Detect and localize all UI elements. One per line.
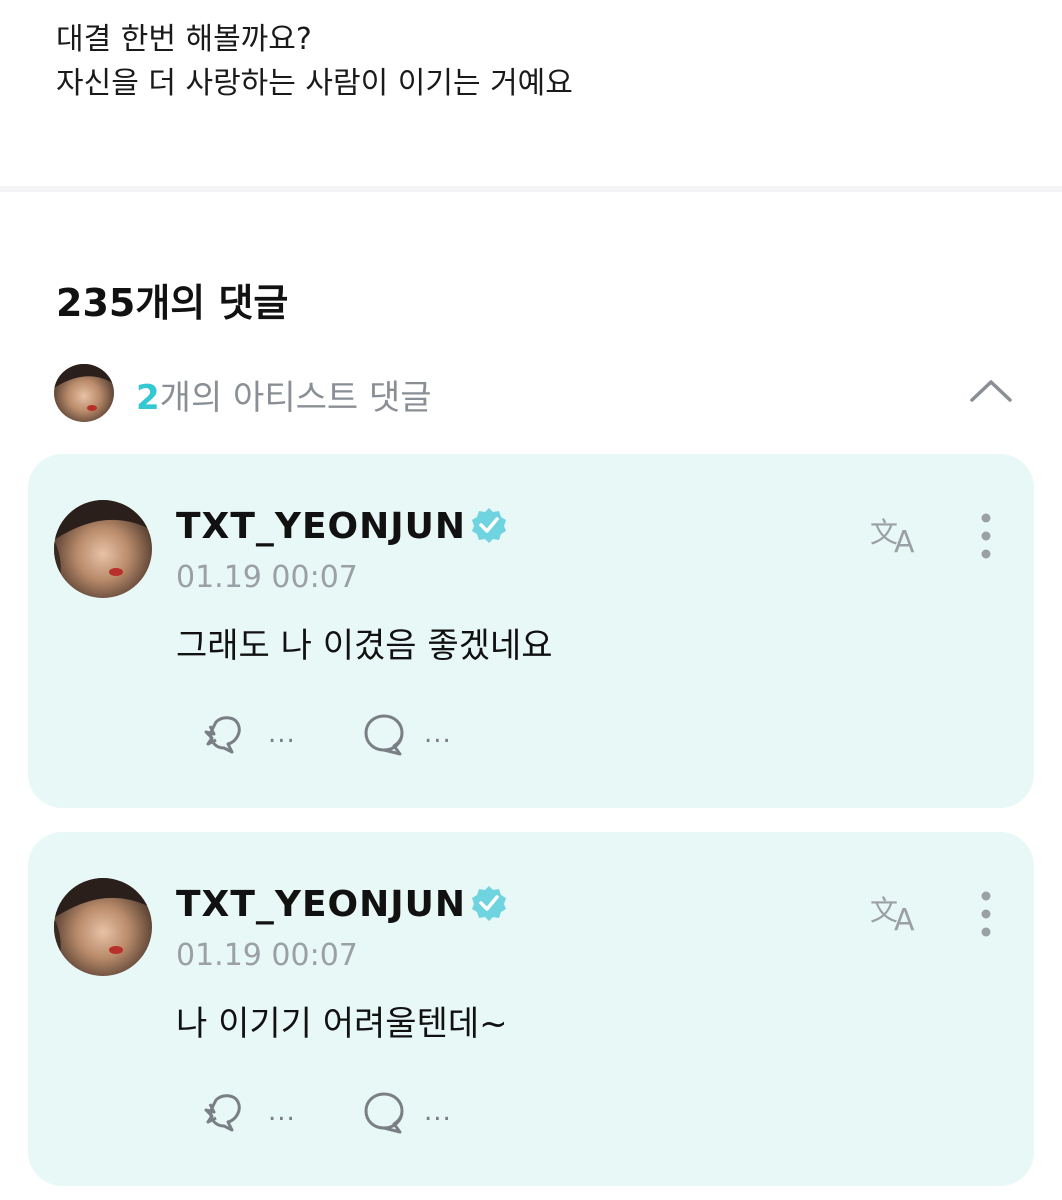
comment-author[interactable]: TXT_YEONJUN [176, 506, 466, 547]
reply-button[interactable]: ... [362, 712, 452, 756]
like-count: ... [268, 719, 296, 749]
like-icon [204, 1094, 241, 1132]
like-count: ... [268, 1097, 296, 1127]
svg-text:A: A [894, 525, 915, 556]
section-divider [0, 186, 1062, 192]
artist-comments-text: 개의 아티스트 댓글 [159, 378, 432, 418]
comment-text: 나 이기기 어려울텐데~ [176, 1004, 508, 1044]
comment-time: 01.19 00:07 [176, 938, 358, 973]
more-options-icon[interactable] [978, 512, 994, 560]
like-button[interactable]: ... [202, 712, 296, 756]
reply-bubble-icon [364, 1092, 404, 1134]
translate-icon[interactable]: 文 A [868, 512, 924, 560]
like-button[interactable]: ... [202, 1090, 296, 1134]
more-options-icon[interactable] [978, 890, 994, 938]
comments-count-title: 235개의 댓글 [56, 281, 289, 325]
artist-comments-count: 2 [136, 378, 160, 418]
verified-badge-icon [470, 506, 508, 544]
reply-bubble-icon [364, 714, 404, 756]
artist-avatar [54, 364, 114, 422]
artist-comment-card: TXT_YEONJUN 01.19 00:07 그래도 나 이겼음 좋겠네요 文… [28, 454, 1034, 808]
reply-button[interactable]: ... [362, 1090, 452, 1134]
post-text: 대결 한번 해볼까요? 자신을 더 사랑하는 사람이 이기는 거예요 [56, 18, 573, 106]
comment-time: 01.19 00:07 [176, 560, 358, 595]
post-line-1: 대결 한번 해볼까요? [56, 22, 312, 57]
avatar[interactable] [54, 500, 152, 598]
reply-count: ... [424, 719, 452, 749]
artist-comment-card: TXT_YEONJUN 01.19 00:07 나 이기기 어려울텐데~ 文 A… [28, 832, 1034, 1186]
comment-author[interactable]: TXT_YEONJUN [176, 884, 466, 925]
reply-count: ... [424, 1097, 452, 1127]
comment-text: 그래도 나 이겼음 좋겠네요 [176, 626, 553, 666]
verified-badge-icon [470, 884, 508, 922]
chevron-up-icon[interactable] [968, 370, 1014, 406]
translate-icon[interactable]: 文 A [868, 890, 924, 938]
artist-comments-toggle[interactable]: 2개의 아티스트 댓글 [54, 362, 1014, 422]
post-line-2: 자신을 더 사랑하는 사람이 이기는 거예요 [56, 66, 573, 101]
like-icon [204, 716, 241, 754]
artist-comments-label: 2개의 아티스트 댓글 [136, 370, 432, 419]
svg-text:A: A [894, 903, 915, 934]
avatar[interactable] [54, 878, 152, 976]
